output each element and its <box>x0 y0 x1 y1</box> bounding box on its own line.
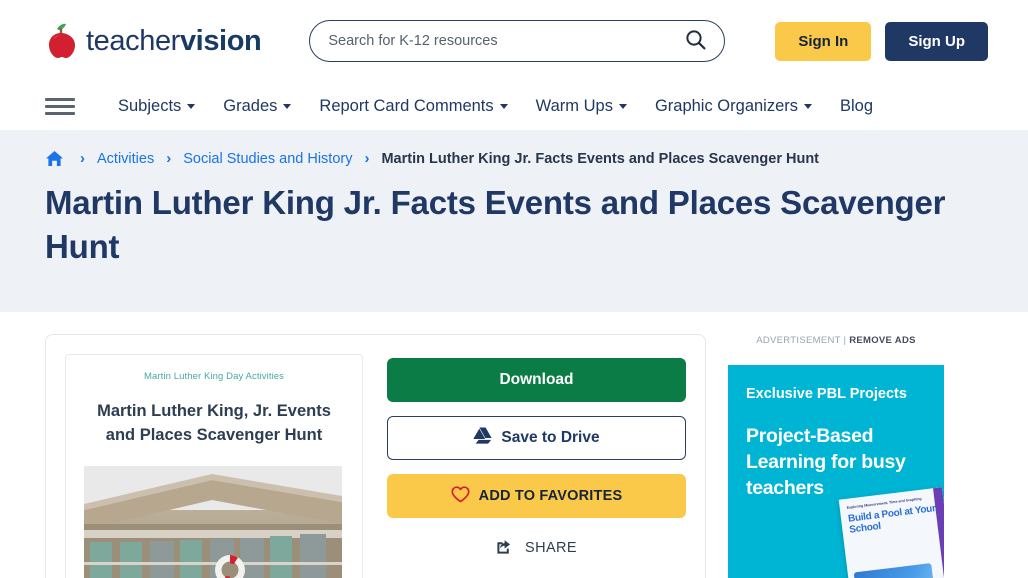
lorraine-motel-photo <box>84 466 342 578</box>
nav-item-warm-ups[interactable]: Warm Ups <box>522 97 641 116</box>
hamburger-menu-icon[interactable] <box>45 94 75 119</box>
site-header: teachervision Sign In Sign Up <box>0 0 1028 82</box>
preview-eyebrow: Martin Luther King Day Activities <box>84 371 344 382</box>
logo-text-bold: vision <box>180 25 261 57</box>
hamburger-bar <box>45 112 75 115</box>
add-to-favorites-button[interactable]: ADD TO FAVORITES <box>387 474 686 518</box>
hamburger-bar <box>45 98 75 101</box>
logo-wordmark: teachervision <box>86 27 261 56</box>
booklet-illustration <box>854 563 937 578</box>
chevron-down-icon <box>187 104 195 109</box>
advertisement-banner[interactable]: Exclusive PBL Projects Project-Based Lea… <box>728 365 944 578</box>
nav-item-label: Subjects <box>118 97 181 116</box>
share-label: SHARE <box>525 540 577 556</box>
google-drive-icon <box>473 427 492 449</box>
header-auth-actions: Sign In Sign Up <box>775 22 988 61</box>
search-submit-button[interactable] <box>683 29 708 53</box>
nav-item-label: Blog <box>840 97 873 116</box>
breadcrumb-separator: › <box>68 151 97 166</box>
nav-item-graphic-organizers[interactable]: Graphic Organizers <box>641 97 826 116</box>
chevron-down-icon <box>804 104 812 109</box>
breadcrumb-item-current: Martin Luther King Jr. Facts Events and … <box>381 151 819 167</box>
breadcrumb: › Activities › Social Studies and Histor… <box>45 150 983 167</box>
nav-item-label: Warm Ups <box>536 97 613 116</box>
advertisement-label: ADVERTISEMENT | REMOVE ADS <box>728 335 944 346</box>
nav-item-report-card-comments[interactable]: Report Card Comments <box>305 97 521 116</box>
apple-logo-icon <box>45 23 79 59</box>
sign-up-button[interactable]: Sign Up <box>885 22 988 61</box>
share-icon <box>496 538 515 559</box>
ad-headline-large: Project-Based Learning for busy teachers <box>746 424 928 502</box>
ad-headline-small: Exclusive PBL Projects <box>746 386 928 402</box>
resource-card: Martin Luther King Day Activities Martin… <box>45 334 706 578</box>
main-navigation: Subjects Grades Report Card Comments War… <box>0 82 1028 130</box>
chevron-down-icon <box>283 104 291 109</box>
preview-title: Martin Luther King, Jr. Events and Place… <box>84 399 344 448</box>
home-icon[interactable] <box>45 150 68 167</box>
add-to-favorites-label: ADD TO FAVORITES <box>479 488 623 504</box>
nav-item-label: Grades <box>223 97 277 116</box>
nav-item-grades[interactable]: Grades <box>209 97 305 116</box>
nav-item-subjects[interactable]: Subjects <box>104 97 209 116</box>
document-preview[interactable]: Martin Luther King Day Activities Martin… <box>65 354 363 578</box>
breadcrumb-item-activities[interactable]: Activities <box>97 151 154 167</box>
download-button[interactable]: Download <box>387 358 686 402</box>
nav-item-label: Graphic Organizers <box>655 97 798 116</box>
hamburger-bar <box>45 105 75 108</box>
breadcrumb-separator: › <box>154 151 183 166</box>
breadcrumb-separator: › <box>352 151 381 166</box>
site-logo[interactable]: teachervision <box>45 23 261 59</box>
logo-text-light: teacher <box>86 25 180 57</box>
share-button[interactable]: SHARE <box>387 532 686 564</box>
ad-booklet-image: Exploring Measurement, Time and Graphing… <box>839 487 944 578</box>
sign-in-button[interactable]: Sign In <box>775 22 871 61</box>
nav-item-blog[interactable]: Blog <box>826 97 887 116</box>
save-to-drive-button[interactable]: Save to Drive <box>387 416 686 460</box>
advertisement-column: ADVERTISEMENT | REMOVE ADS Exclusive PBL… <box>728 334 944 578</box>
nav-item-label: Report Card Comments <box>319 97 493 116</box>
heart-outline-icon <box>451 486 470 507</box>
breadcrumb-item-social-studies-and-history[interactable]: Social Studies and History <box>183 151 352 167</box>
page-title: Martin Luther King Jr. Facts Events and … <box>45 181 983 268</box>
main-content: Martin Luther King Day Activities Martin… <box>0 312 1028 578</box>
resource-actions: Download Save to Drive ADD TO <box>387 354 686 578</box>
search-bar[interactable] <box>309 20 725 62</box>
remove-ads-link[interactable]: REMOVE ADS <box>849 335 916 346</box>
save-to-drive-label: Save to Drive <box>501 429 599 447</box>
chevron-down-icon <box>500 104 508 109</box>
search-icon <box>685 29 706 53</box>
chevron-down-icon <box>619 104 627 109</box>
advertisement-text: ADVERTISEMENT | <box>756 335 846 346</box>
page-hero: › Activities › Social Studies and Histor… <box>0 130 1028 312</box>
booklet-spine <box>933 487 944 578</box>
search-input[interactable] <box>328 33 683 49</box>
